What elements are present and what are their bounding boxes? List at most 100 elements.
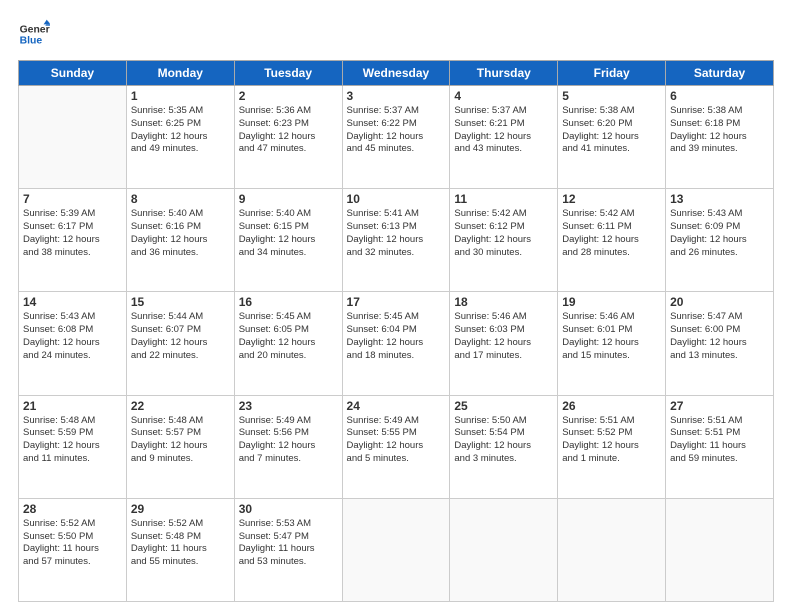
day-number: 29 [131,502,230,516]
week-row-2: 7 Sunrise: 5:39 AM Sunset: 6:17 PM Daylig… [19,189,774,292]
weekday-header-sunday: Sunday [19,61,127,86]
calendar-cell [666,498,774,601]
weekday-header-thursday: Thursday [450,61,558,86]
calendar-cell: 2 Sunrise: 5:36 AM Sunset: 6:23 PM Daylig… [234,86,342,189]
calendar-cell: 18 Sunrise: 5:46 AM Sunset: 6:03 PM Dayli… [450,292,558,395]
day-number: 26 [562,399,661,413]
day-number: 24 [347,399,446,413]
cell-content: Sunrise: 5:37 AM Sunset: 6:21 PM Dayligh… [454,105,553,156]
cell-content: Sunrise: 5:39 AM Sunset: 6:17 PM Dayligh… [23,208,122,259]
cell-content: Sunrise: 5:45 AM Sunset: 6:04 PM Dayligh… [347,311,446,362]
calendar-cell: 30 Sunrise: 5:53 AM Sunset: 5:47 PM Dayli… [234,498,342,601]
calendar-cell: 6Sunrise: 5:38 AM Sunset: 6:18 PM Daylig… [666,86,774,189]
calendar-cell: 4 Sunrise: 5:37 AM Sunset: 6:21 PM Daylig… [450,86,558,189]
calendar-cell: 8Sunrise: 5:40 AM Sunset: 6:16 PM Daylig… [126,189,234,292]
calendar-cell [558,498,666,601]
cell-content: Sunrise: 5:48 AM Sunset: 5:59 PM Dayligh… [23,415,122,466]
weekday-header-row: SundayMondayTuesdayWednesdayThursdayFrid… [19,61,774,86]
day-number: 27 [670,399,769,413]
day-number: 22 [131,399,230,413]
day-number: 19 [562,295,661,309]
weekday-header-monday: Monday [126,61,234,86]
cell-content: Sunrise: 5:50 AM Sunset: 5:54 PM Dayligh… [454,415,553,466]
cell-content: Sunrise: 5:38 AM Sunset: 6:18 PM Dayligh… [670,105,769,156]
calendar-cell: 29 Sunrise: 5:52 AM Sunset: 5:48 PM Dayli… [126,498,234,601]
weekday-header-tuesday: Tuesday [234,61,342,86]
day-number: 5 [562,89,661,103]
day-number: 9 [239,192,338,206]
day-number: 2 [239,89,338,103]
calendar-cell: 1Sunrise: 5:35 AM Sunset: 6:25 PM Daylig… [126,86,234,189]
cell-content: Sunrise: 5:49 AM Sunset: 5:56 PM Dayligh… [239,415,338,466]
day-number: 18 [454,295,553,309]
svg-text:General: General [20,24,50,35]
calendar-cell: 23 Sunrise: 5:49 AM Sunset: 5:56 PM Dayli… [234,395,342,498]
weekday-header-wednesday: Wednesday [342,61,450,86]
cell-content: Sunrise: 5:53 AM Sunset: 5:47 PM Dayligh… [239,518,338,569]
weekday-header-saturday: Saturday [666,61,774,86]
calendar-cell: 5Sunrise: 5:38 AM Sunset: 6:20 PM Daylig… [558,86,666,189]
calendar-cell: 24 Sunrise: 5:49 AM Sunset: 5:55 PM Dayli… [342,395,450,498]
calendar-cell [19,86,127,189]
day-number: 23 [239,399,338,413]
week-row-1: 1Sunrise: 5:35 AM Sunset: 6:25 PM Daylig… [19,86,774,189]
week-row-3: 14Sunrise: 5:43 AM Sunset: 6:08 PM Dayli… [19,292,774,395]
day-number: 21 [23,399,122,413]
cell-content: Sunrise: 5:49 AM Sunset: 5:55 PM Dayligh… [347,415,446,466]
cell-content: Sunrise: 5:52 AM Sunset: 5:50 PM Dayligh… [23,518,122,569]
calendar-cell: 10 Sunrise: 5:41 AM Sunset: 6:13 PM Dayli… [342,189,450,292]
day-number: 16 [239,295,338,309]
calendar-page: General Blue SundayMondayTuesdayWednesda… [0,0,792,612]
day-number: 11 [454,192,553,206]
cell-content: Sunrise: 5:36 AM Sunset: 6:23 PM Dayligh… [239,105,338,156]
day-number: 30 [239,502,338,516]
day-number: 13 [670,192,769,206]
cell-content: Sunrise: 5:37 AM Sunset: 6:22 PM Dayligh… [347,105,446,156]
calendar-cell: 16 Sunrise: 5:45 AM Sunset: 6:05 PM Dayli… [234,292,342,395]
cell-content: Sunrise: 5:51 AM Sunset: 5:51 PM Dayligh… [670,415,769,466]
calendar-cell: 20Sunrise: 5:47 AM Sunset: 6:00 PM Dayli… [666,292,774,395]
calendar-cell: 25 Sunrise: 5:50 AM Sunset: 5:54 PM Dayli… [450,395,558,498]
calendar-cell: 19Sunrise: 5:46 AM Sunset: 6:01 PM Dayli… [558,292,666,395]
day-number: 28 [23,502,122,516]
week-row-4: 21 Sunrise: 5:48 AM Sunset: 5:59 PM Dayli… [19,395,774,498]
calendar-cell: 28 Sunrise: 5:52 AM Sunset: 5:50 PM Dayli… [19,498,127,601]
day-number: 7 [23,192,122,206]
calendar-cell: 15Sunrise: 5:44 AM Sunset: 6:07 PM Dayli… [126,292,234,395]
calendar-cell: 26 Sunrise: 5:51 AM Sunset: 5:52 PM Dayli… [558,395,666,498]
calendar-cell: 12Sunrise: 5:42 AM Sunset: 6:11 PM Dayli… [558,189,666,292]
cell-content: Sunrise: 5:45 AM Sunset: 6:05 PM Dayligh… [239,311,338,362]
calendar-cell [450,498,558,601]
cell-content: Sunrise: 5:35 AM Sunset: 6:25 PM Dayligh… [131,105,230,156]
day-number: 3 [347,89,446,103]
cell-content: Sunrise: 5:40 AM Sunset: 6:15 PM Dayligh… [239,208,338,259]
day-number: 15 [131,295,230,309]
cell-content: Sunrise: 5:42 AM Sunset: 6:11 PM Dayligh… [562,208,661,259]
cell-content: Sunrise: 5:51 AM Sunset: 5:52 PM Dayligh… [562,415,661,466]
calendar-cell: 9 Sunrise: 5:40 AM Sunset: 6:15 PM Daylig… [234,189,342,292]
calendar-cell: 17 Sunrise: 5:45 AM Sunset: 6:04 PM Dayli… [342,292,450,395]
day-number: 4 [454,89,553,103]
calendar-cell: 14Sunrise: 5:43 AM Sunset: 6:08 PM Dayli… [19,292,127,395]
day-number: 20 [670,295,769,309]
cell-content: Sunrise: 5:42 AM Sunset: 6:12 PM Dayligh… [454,208,553,259]
cell-content: Sunrise: 5:48 AM Sunset: 5:57 PM Dayligh… [131,415,230,466]
day-number: 25 [454,399,553,413]
calendar-cell: 27 Sunrise: 5:51 AM Sunset: 5:51 PM Dayli… [666,395,774,498]
calendar-cell [342,498,450,601]
calendar-cell: 3 Sunrise: 5:37 AM Sunset: 6:22 PM Daylig… [342,86,450,189]
cell-content: Sunrise: 5:41 AM Sunset: 6:13 PM Dayligh… [347,208,446,259]
cell-content: Sunrise: 5:52 AM Sunset: 5:48 PM Dayligh… [131,518,230,569]
day-number: 8 [131,192,230,206]
day-number: 10 [347,192,446,206]
calendar-cell: 13Sunrise: 5:43 AM Sunset: 6:09 PM Dayli… [666,189,774,292]
calendar-table: SundayMondayTuesdayWednesdayThursdayFrid… [18,60,774,602]
calendar-cell: 11 Sunrise: 5:42 AM Sunset: 6:12 PM Dayli… [450,189,558,292]
logo-icon: General Blue [18,18,50,50]
calendar-cell: 22 Sunrise: 5:48 AM Sunset: 5:57 PM Dayli… [126,395,234,498]
header: General Blue [18,18,774,50]
week-row-5: 28 Sunrise: 5:52 AM Sunset: 5:50 PM Dayli… [19,498,774,601]
calendar-cell: 21 Sunrise: 5:48 AM Sunset: 5:59 PM Dayli… [19,395,127,498]
day-number: 17 [347,295,446,309]
cell-content: Sunrise: 5:46 AM Sunset: 6:03 PM Dayligh… [454,311,553,362]
